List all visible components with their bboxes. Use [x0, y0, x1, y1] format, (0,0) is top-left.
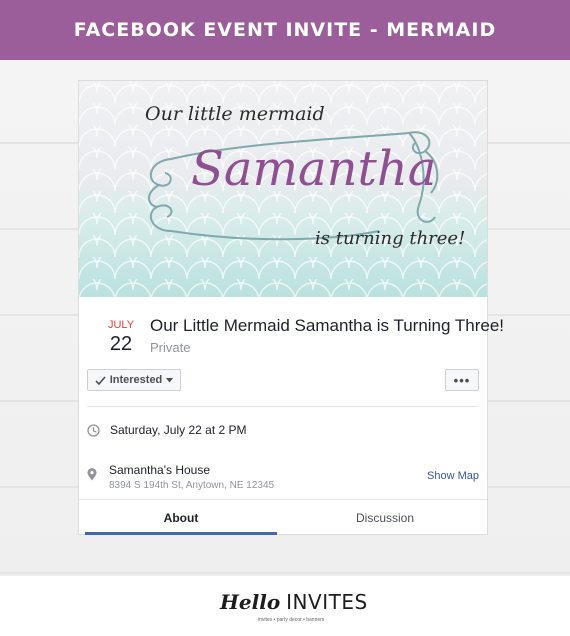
header-banner: FACEBOOK EVENT INVITE - MERMAID	[0, 0, 570, 60]
caret-down-icon	[166, 377, 174, 382]
cover-subtitle: Our little mermaid	[145, 103, 325, 125]
more-options-label: •••	[453, 372, 471, 388]
location-pin-icon	[87, 468, 97, 481]
event-location-row[interactable]: Samantha's House 8394 S 194th St, Anytow…	[87, 463, 274, 491]
event-time: Saturday, July 22 at 2 PM	[110, 423, 247, 437]
show-map-link[interactable]: Show Map	[427, 470, 479, 482]
cover-tagline: is turning three!	[315, 228, 466, 249]
location-name: Samantha's House	[109, 463, 211, 477]
event-privacy: Private	[150, 340, 191, 355]
tabs-divider	[79, 499, 487, 500]
cover-name: Samantha	[191, 141, 437, 197]
tab-about[interactable]: About	[83, 511, 279, 525]
brand-logo: Hello INVITES	[220, 590, 368, 614]
date-day: 22	[109, 333, 133, 355]
event-card: Our little mermaid Samantha is turning t…	[78, 80, 504, 535]
logo-hello: Hello	[220, 590, 281, 614]
divider	[87, 406, 479, 407]
logo-invites: INVITES	[286, 590, 368, 614]
banner-title: FACEBOOK EVENT INVITE - MERMAID	[73, 19, 497, 41]
event-title: Our Little Mermaid Samantha is Turning T…	[150, 316, 505, 335]
clock-icon	[87, 423, 100, 437]
logo-tagline: invites • party decor • banners	[258, 617, 325, 623]
interested-label: Interested	[109, 374, 163, 386]
check-icon	[95, 375, 106, 385]
active-tab-indicator	[85, 532, 277, 535]
interested-button[interactable]: Interested	[87, 369, 181, 391]
date-month: JULY	[107, 319, 135, 331]
cover-photo: Our little mermaid Samantha is turning t…	[79, 81, 487, 297]
event-time-row: Saturday, July 22 at 2 PM	[87, 423, 247, 437]
more-options-button[interactable]: •••	[445, 369, 479, 391]
tab-discussion[interactable]: Discussion	[287, 511, 483, 525]
location-address: 8394 S 194th St, Anytown, NE 12345	[109, 480, 275, 491]
